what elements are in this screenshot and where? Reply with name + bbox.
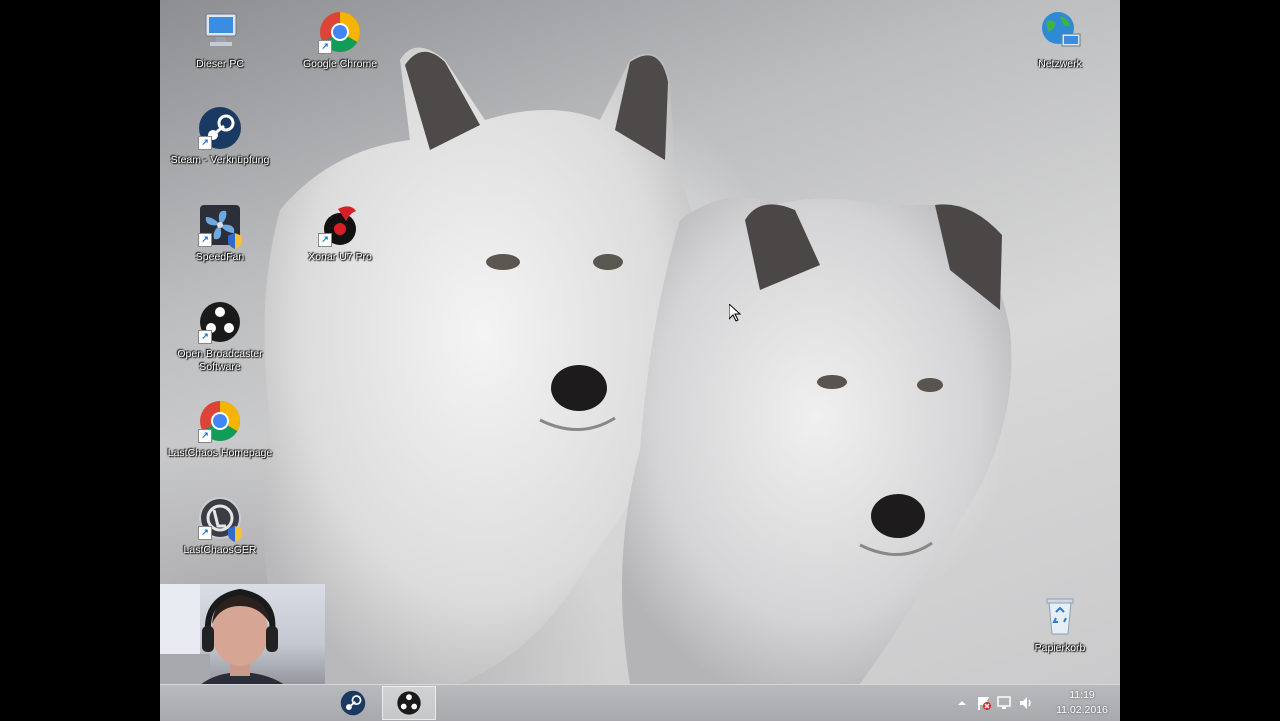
- recycle-bin-icon: [1036, 592, 1084, 640]
- mouse-cursor-icon: [729, 304, 741, 322]
- desktop-icon-label: LastChaos Homepage: [167, 447, 273, 459]
- wolves-wallpaper: [263, 47, 1012, 684]
- shortcut-arrow-icon: ↗: [198, 136, 212, 150]
- steam-icon: [340, 690, 366, 716]
- desktop-icon-dieser-pc[interactable]: Dieser PC: [160, 8, 280, 71]
- shortcut-arrow-icon: ↗: [318, 40, 332, 54]
- desktop-icon-lastchaos-homepage[interactable]: ↗ LastChaos Homepage: [160, 397, 280, 460]
- desktop-icon-label: Netzwerk: [1038, 58, 1082, 70]
- fan-icon: ↗: [196, 201, 244, 249]
- desktop-icon-netzwerk[interactable]: Netzwerk: [1000, 8, 1120, 71]
- desktop-icon-label: Steam - Verknüpfung: [170, 154, 270, 166]
- chrome-icon: ↗: [316, 8, 364, 56]
- desktop-icon-papierkorb[interactable]: Papierkorb: [1000, 592, 1120, 655]
- network-icon: [1036, 8, 1084, 56]
- shortcut-arrow-icon: ↗: [318, 233, 332, 247]
- letterbox-left: [0, 0, 160, 720]
- audio-icon: ↗: [316, 201, 364, 249]
- desktop-icon-label: Papierkorb: [1034, 642, 1086, 654]
- desktop-icon-label: SpeedFan: [195, 251, 245, 263]
- taskbar-clock[interactable]: 11:19 11.02.2016: [1052, 688, 1112, 718]
- network-tray-icon[interactable]: [996, 695, 1012, 711]
- chrome-icon: ↗: [196, 397, 244, 445]
- flag-icon[interactable]: [976, 695, 992, 711]
- shortcut-arrow-icon: ↗: [198, 330, 212, 344]
- shortcut-arrow-icon: ↗: [198, 429, 212, 443]
- desktop-icon-steam[interactable]: ↗ Steam - Verknüpfung: [160, 104, 280, 167]
- desktop-icon-lastchaosger[interactable]: ↗ LastChaosGER: [160, 494, 280, 557]
- taskbar: 11:19 11.02.2016: [160, 684, 1120, 721]
- shortcut-arrow-icon: ↗: [198, 233, 212, 247]
- uac-shield-icon: [228, 526, 242, 542]
- desktop-icon-xonar[interactable]: ↗ Xonar U7 Pro: [280, 201, 400, 264]
- volume-icon[interactable]: [1018, 695, 1034, 711]
- taskbar-obs-button[interactable]: [382, 686, 436, 720]
- obs-icon: [397, 691, 421, 715]
- uac-shield-icon: [228, 233, 242, 249]
- desktop-icon-label: Xonar U7 Pro: [308, 251, 372, 263]
- desktop-icon-label: Google Chrome: [302, 58, 378, 70]
- obs-icon: ↗: [196, 298, 244, 346]
- clock-time: 11:19: [1069, 689, 1095, 701]
- desktop-icon-speedfan[interactable]: ↗ SpeedFan: [160, 201, 280, 264]
- desktop-icon-obs[interactable]: ↗ Open Broadcaster Software: [160, 298, 280, 374]
- clock-date: 11.02.2016: [1056, 704, 1108, 716]
- computer-icon: [196, 8, 244, 56]
- desktop-icon-label: Open Broadcaster Software: [177, 348, 263, 373]
- game-icon: ↗: [196, 494, 244, 542]
- desktop-icon-label: LastChaosGER: [183, 544, 257, 556]
- taskbar-steam-button[interactable]: [326, 686, 380, 720]
- desktop-icon-google-chrome[interactable]: ↗ Google Chrome: [280, 8, 400, 71]
- shortcut-arrow-icon: ↗: [198, 526, 212, 540]
- letterbox-right: [1120, 0, 1280, 720]
- system-tray: 11:19 11.02.2016: [940, 685, 1120, 721]
- desktop-icon-label: Dieser PC: [196, 58, 244, 70]
- tray-expand-icon[interactable]: [954, 695, 970, 711]
- steam-icon: ↗: [196, 104, 244, 152]
